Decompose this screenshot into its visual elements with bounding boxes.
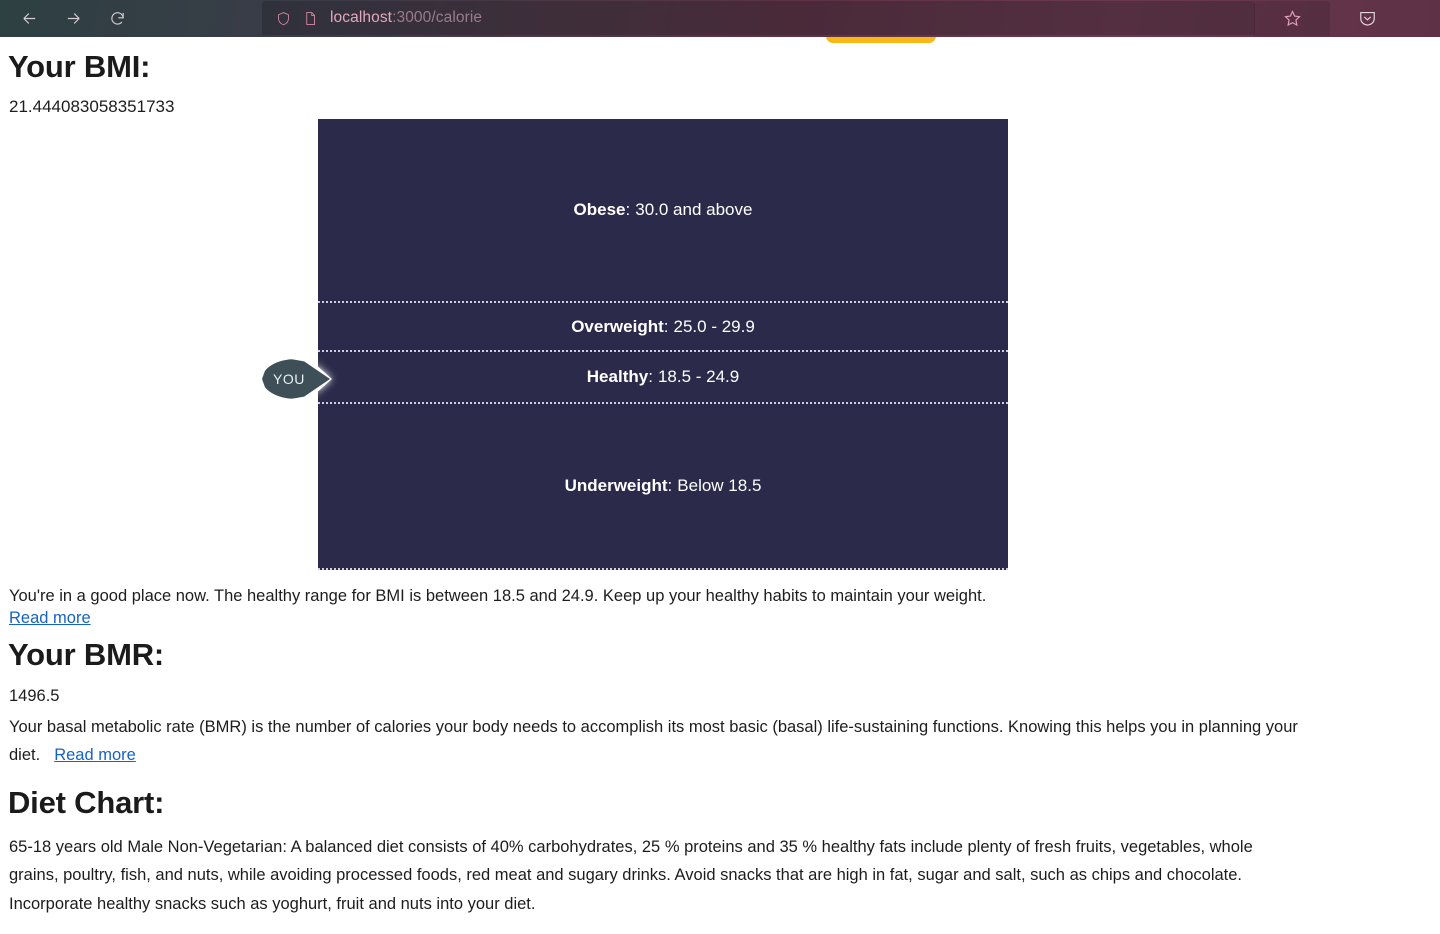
bmi-band-healthy-label: Healthy [586,367,649,386]
bmi-band-obese-label: Obese [573,200,626,219]
you-marker: YOU [262,359,344,399]
page-title-diet-chart: Diet Chart: [8,785,165,820]
bmr-description-block: Your basal metabolic rate (BMR) is the n… [9,713,1309,770]
browser-chrome: localhost:3000/calorie [0,0,1440,37]
reload-icon[interactable] [104,6,130,32]
bmr-value: 1496.5 [9,687,60,705]
you-marker-label: YOU [273,371,305,387]
bmi-band-overweight-range: 25.0 - 29.9 [673,316,755,336]
bmi-band-obese-range: 30.0 and above [635,200,753,219]
url-host: localhost [330,9,393,26]
chrome-right-actions [1254,0,1440,37]
star-icon[interactable] [1254,1,1330,36]
bmi-value: 21.444083058351733 [9,97,175,116]
bmi-category-chart: Obese: 30.0 and above Overweight: 25.0 -… [262,119,1008,570]
address-bar[interactable]: localhost:3000/calorie [262,1,1255,35]
page-content: Your BMI: 21.444083058351733 Obese: 30.0… [0,37,1432,934]
back-arrow-icon[interactable] [16,6,42,32]
page-document-icon[interactable] [303,10,318,27]
url-text: localhost:3000/calorie [330,9,482,27]
page-title-bmr: Your BMR: [8,637,165,672]
bmr-description: Your basal metabolic rate (BMR) is the n… [9,718,1298,765]
bmi-description: You're in a good place now. The healthy … [9,587,987,605]
bmi-band-underweight: Underweight: Below 18.5 [564,476,762,495]
top-accent-pill[interactable] [826,37,936,43]
bmi-read-more-link[interactable]: Read more [9,609,91,628]
bmi-band-underweight-label: Underweight [564,476,668,495]
bmi-band-overweight-label: Overweight [571,316,664,336]
shield-icon[interactable] [276,10,291,27]
bmi-band-healthy: YOU Healthy: 18.5 - 24.9 [262,352,1008,404]
forward-arrow-icon[interactable] [60,6,86,32]
bmi-band-underweight-range: Below 18.5 [677,476,762,495]
navigation-buttons [16,6,130,32]
url-path: :3000/calorie [392,9,483,26]
pocket-icon[interactable] [1330,0,1404,37]
bmi-band-obese: Obese: 30.0 and above [573,200,753,219]
bmr-read-more-link[interactable]: Read more [54,746,136,764]
diet-chart-description: 65-18 years old Male Non-Vegetarian: A b… [9,838,1253,913]
page-title-bmi: Your BMI: [8,49,151,84]
bmi-band-healthy-range: 18.5 - 24.9 [657,367,740,386]
bmi-band-overweight: Overweight: 25.0 - 29.9 [318,301,1008,352]
chrome-tail-spacer [1404,0,1440,37]
